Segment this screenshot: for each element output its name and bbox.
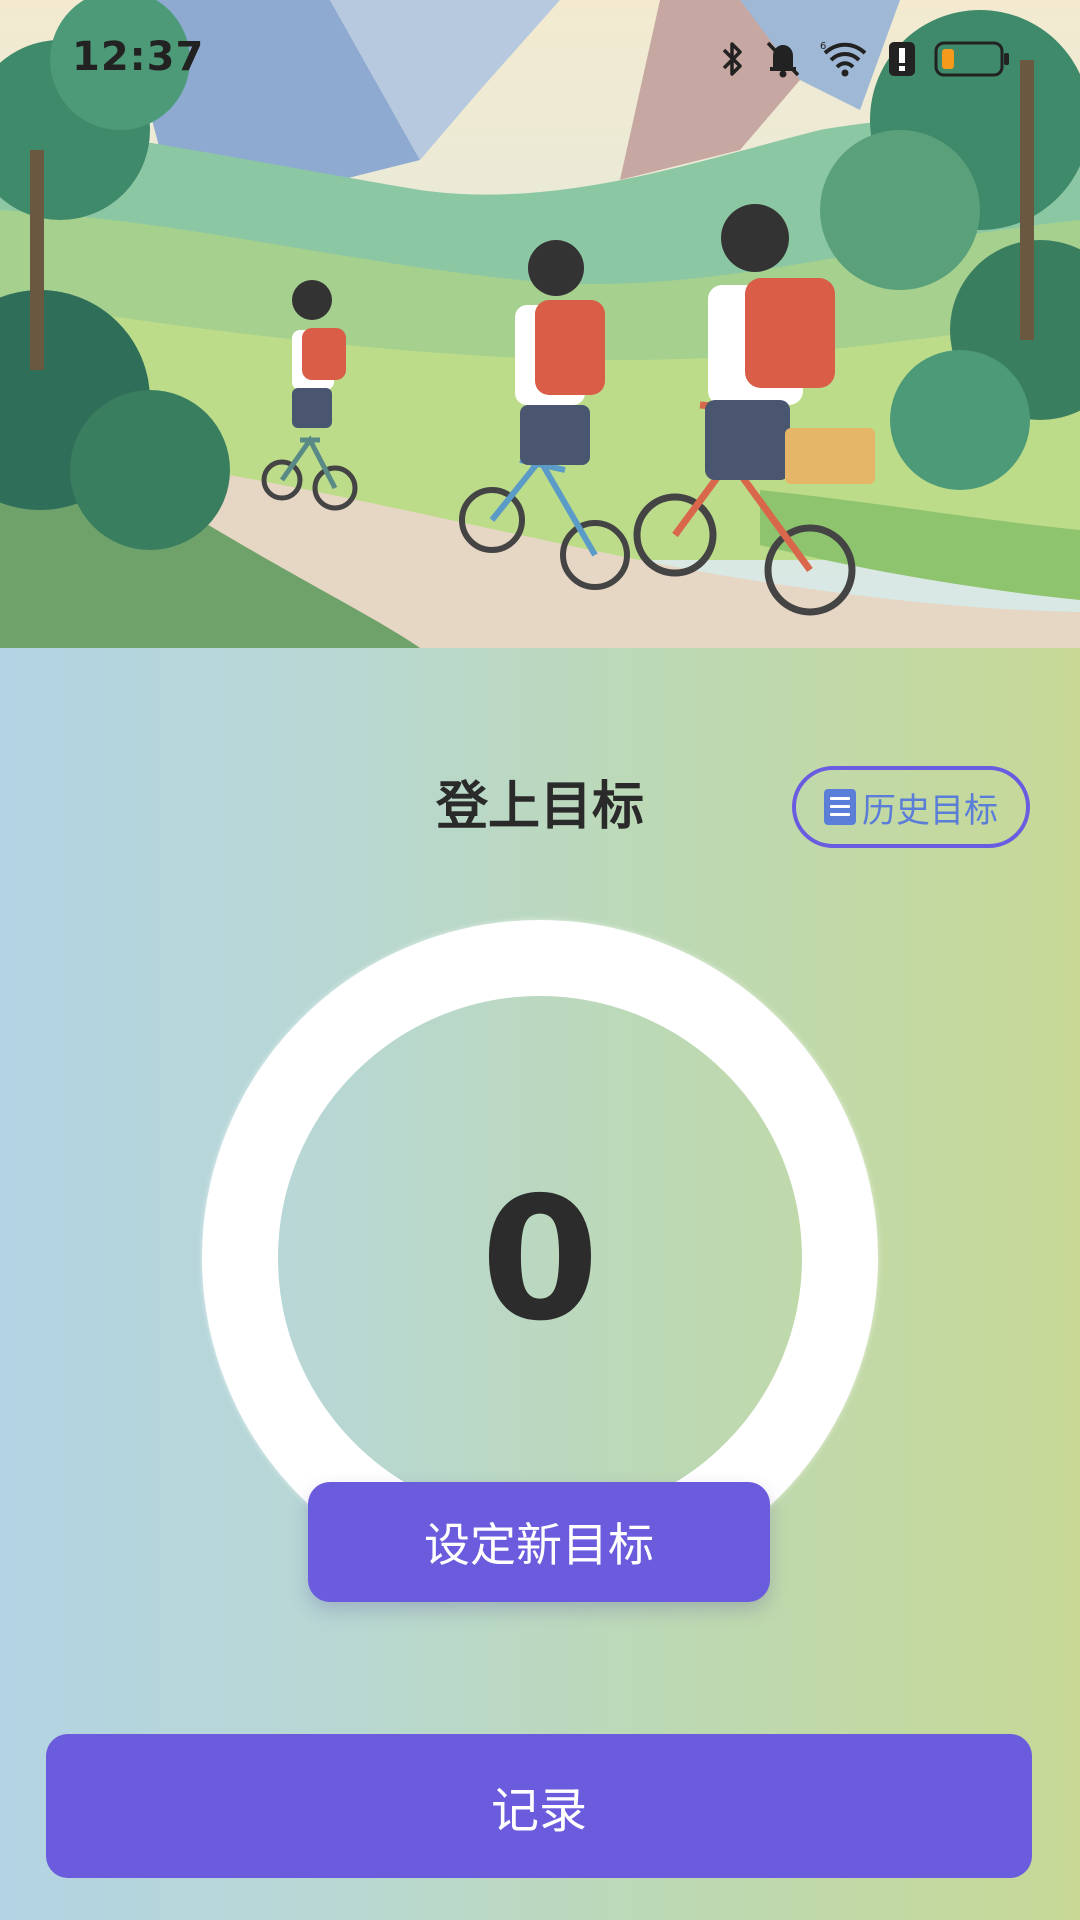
status-icons: 6: [720, 36, 1010, 86]
document-list-icon: [824, 789, 856, 825]
bell-muted-icon: [764, 39, 802, 83]
wifi-icon: 6: [820, 39, 870, 83]
bluetooth-icon: [720, 40, 746, 82]
status-time: 12:37: [72, 34, 205, 80]
svg-text:6: 6: [820, 41, 826, 52]
battery-low-icon: [934, 41, 1010, 81]
progress-value: 0: [480, 1161, 600, 1359]
record-button[interactable]: 记录: [46, 1734, 1032, 1878]
history-goals-button[interactable]: 历史目标: [792, 766, 1030, 848]
status-bar: 12:37 6: [0, 0, 1080, 120]
history-goals-label: 历史目标: [862, 790, 998, 831]
alert-icon: [888, 41, 916, 81]
set-new-goal-button[interactable]: 设定新目标: [308, 1482, 770, 1602]
